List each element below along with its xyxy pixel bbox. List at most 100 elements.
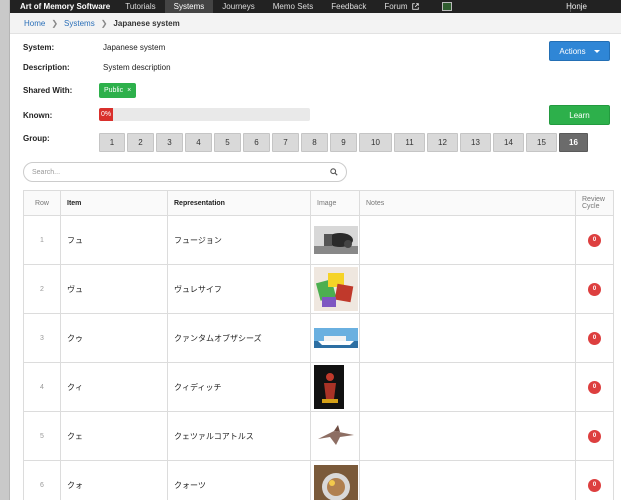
notes-cell[interactable] xyxy=(359,362,576,412)
representation-cell[interactable]: クィディッチ xyxy=(167,362,311,412)
table-row: 6 クォ クォーツ 0 xyxy=(23,460,614,500)
representation-cell[interactable]: クォーツ xyxy=(167,460,311,500)
image-cell[interactable] xyxy=(310,362,360,412)
group-button[interactable]: 2 xyxy=(127,133,154,152)
review-cycle-badge[interactable]: 0 xyxy=(588,233,601,247)
header-item[interactable]: Item xyxy=(60,190,168,216)
group-button[interactable]: 4 xyxy=(185,133,212,152)
nav-memo-sets[interactable]: Memo Sets xyxy=(264,0,322,13)
remove-tag-icon[interactable]: × xyxy=(127,87,131,94)
nav-journeys[interactable]: Journeys xyxy=(213,0,263,13)
item-cell[interactable]: フュ xyxy=(60,215,168,265)
item-cell[interactable]: クェ xyxy=(60,411,168,461)
group-label: Group: xyxy=(23,134,50,143)
item-cell[interactable]: クィ xyxy=(60,362,168,412)
table-row: 5 クェ クェツァルコアトルス 0 xyxy=(23,411,614,461)
group-button[interactable]: 12 xyxy=(427,133,458,152)
group-button[interactable]: 7 xyxy=(272,133,299,152)
table-row: 2 ヴュ ヴュレサイフ 0 xyxy=(23,264,614,314)
notes-cell[interactable] xyxy=(359,215,576,265)
header-notes: Notes xyxy=(359,190,576,216)
shared-with-label: Shared With: xyxy=(23,86,73,95)
header-image: Image xyxy=(310,190,360,216)
nav-forum-label: Forum xyxy=(384,2,408,11)
review-cycle-badge[interactable]: 0 xyxy=(588,380,601,394)
system-label: System: xyxy=(23,43,55,52)
shared-public-tag: Public × xyxy=(99,83,137,98)
representation-cell[interactable]: クァンタムオブザシーズ xyxy=(167,313,311,363)
item-cell[interactable]: クォ xyxy=(60,460,168,500)
review-cycle-badge[interactable]: 0 xyxy=(588,282,601,296)
notes-cell[interactable] xyxy=(359,313,576,363)
breadcrumb-home[interactable]: Home xyxy=(24,19,45,28)
table-row: 4 クィ クィディッチ 0 xyxy=(23,362,614,412)
table-row: 3 クゥ クァンタムオブザシーズ 0 xyxy=(23,313,614,363)
chevron-right-icon: ❯ xyxy=(100,18,108,28)
item-image[interactable] xyxy=(314,423,359,449)
table-row: 1 フュ フュージョン 0 xyxy=(23,215,614,265)
items-table: Row Item Representation Image Notes Revi… xyxy=(23,190,614,500)
search-icon[interactable] xyxy=(330,168,338,176)
item-image[interactable] xyxy=(314,465,359,500)
review-cycle-badge[interactable]: 0 xyxy=(588,331,601,345)
search-box[interactable]: Search... xyxy=(23,162,347,182)
nav-feedback[interactable]: Feedback xyxy=(322,0,375,13)
review-cycle-cell: 0 xyxy=(575,460,614,500)
header-representation[interactable]: Representation xyxy=(167,190,311,216)
search-input[interactable]: Search... xyxy=(32,169,330,176)
header-row[interactable]: Row xyxy=(23,190,61,216)
group-button[interactable]: 8 xyxy=(301,133,328,152)
group-button[interactable]: 6 xyxy=(243,133,270,152)
breadcrumb: Home ❯ Systems ❯ Japanese system xyxy=(10,13,621,34)
image-cell[interactable] xyxy=(310,313,360,363)
review-cycle-badge[interactable]: 0 xyxy=(588,429,601,443)
review-cycle-cell: 0 xyxy=(575,411,614,461)
item-cell[interactable]: ヴュ xyxy=(60,264,168,314)
item-cell[interactable]: クゥ xyxy=(60,313,168,363)
nav-tutorials[interactable]: Tutorials xyxy=(116,0,164,13)
review-cycle-cell: 0 xyxy=(575,215,614,265)
learn-button[interactable]: Learn xyxy=(549,105,610,125)
image-cell[interactable] xyxy=(310,460,360,500)
representation-cell[interactable]: クェツァルコアトルス xyxy=(167,411,311,461)
item-image[interactable] xyxy=(314,226,359,254)
known-progress-fill: 0% xyxy=(99,108,113,121)
review-cycle-cell: 0 xyxy=(575,362,614,412)
group-button[interactable]: 13 xyxy=(460,133,491,152)
group-button[interactable]: 16 xyxy=(559,133,588,152)
group-button[interactable]: 5 xyxy=(214,133,241,152)
notes-cell[interactable] xyxy=(359,264,576,314)
image-cell[interactable] xyxy=(310,215,360,265)
notes-cell[interactable] xyxy=(359,460,576,500)
image-cell[interactable] xyxy=(310,264,360,314)
group-button[interactable]: 15 xyxy=(526,133,557,152)
brand-link[interactable]: Art of Memory Software xyxy=(10,2,116,11)
group-button[interactable]: 10 xyxy=(359,133,392,152)
item-image[interactable] xyxy=(314,267,359,311)
breadcrumb-systems[interactable]: Systems xyxy=(64,19,95,28)
review-cycle-badge[interactable]: 0 xyxy=(588,478,601,492)
description-label: Description: xyxy=(23,63,70,72)
row-number: 3 xyxy=(23,313,61,363)
group-button[interactable]: 1 xyxy=(99,133,125,152)
nav-forum[interactable]: Forum xyxy=(375,0,427,13)
review-cycle-cell: 0 xyxy=(575,313,614,363)
image-cell[interactable] xyxy=(310,411,360,461)
system-value: Japanese system xyxy=(103,43,166,52)
row-number: 5 xyxy=(23,411,61,461)
group-button[interactable]: 11 xyxy=(394,133,425,152)
representation-cell[interactable]: ヴュレサイフ xyxy=(167,264,311,314)
representation-cell[interactable]: フュージョン xyxy=(167,215,311,265)
header-review-cycle[interactable]: Review Cycle xyxy=(575,190,614,216)
broken-image-icon[interactable] xyxy=(441,2,452,11)
actions-dropdown-button[interactable]: Actions xyxy=(549,41,610,61)
user-menu[interactable]: Honje xyxy=(566,0,587,13)
item-image[interactable] xyxy=(314,328,359,348)
group-button[interactable]: 14 xyxy=(493,133,524,152)
notes-cell[interactable] xyxy=(359,411,576,461)
known-label: Known: xyxy=(23,111,53,120)
group-button[interactable]: 9 xyxy=(330,133,357,152)
group-button[interactable]: 3 xyxy=(156,133,183,152)
nav-systems[interactable]: Systems xyxy=(164,0,214,13)
item-image[interactable] xyxy=(314,365,359,409)
